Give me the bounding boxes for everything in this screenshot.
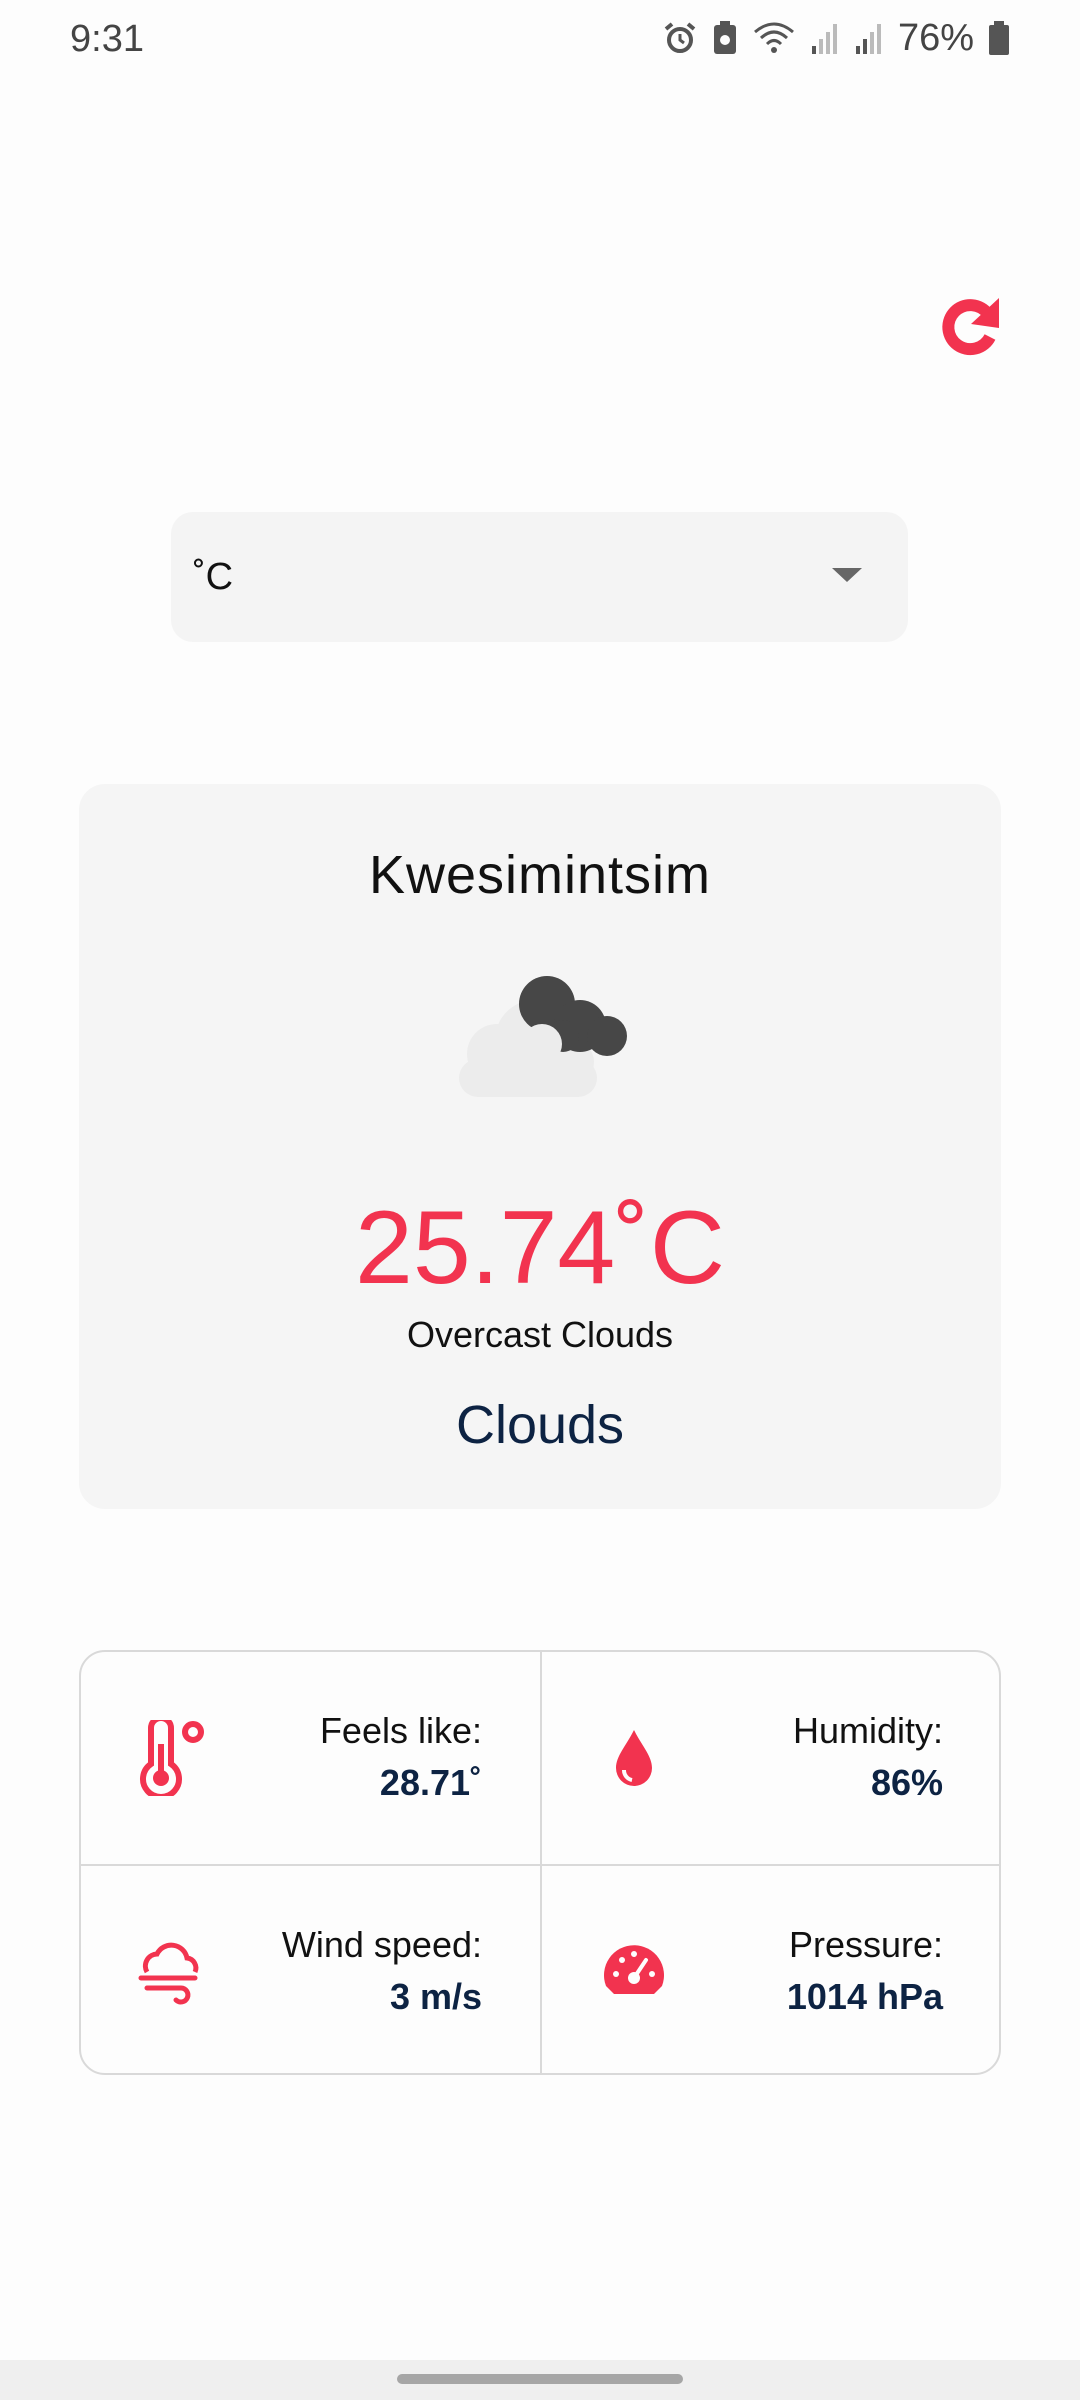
refresh-icon — [942, 298, 999, 356]
stat-feels-like: Feels like: 28.71˚ — [81, 1652, 540, 1864]
clouds-icon — [459, 976, 627, 1097]
wifi-icon — [753, 22, 794, 53]
stat-value: 1014 hPa — [786, 1976, 943, 2017]
stat-value: 86% — [870, 1762, 943, 1803]
stat-text: Pressure: 1014 hPa — [787, 1924, 943, 2018]
home-gesture-handle[interactable] — [397, 2374, 683, 2384]
battery-percent: 76% — [897, 16, 974, 59]
signal-icon — [855, 24, 881, 54]
alarm-icon — [664, 22, 696, 53]
temperature: 25.74˚C — [355, 1190, 725, 1306]
navigation-bar — [0, 2360, 1080, 2400]
stat-label: Pressure: — [788, 1924, 943, 1965]
city-name: Kwesimintsim — [368, 845, 712, 905]
battery-saver-icon — [713, 21, 736, 54]
water-drop-icon — [616, 1730, 652, 1786]
status-time: 9:31 — [70, 18, 144, 60]
stat-text: Humidity: 86% — [793, 1710, 943, 1804]
thermometer-icon — [140, 1720, 204, 1796]
weather-description: Overcast Clouds — [406, 1314, 674, 1355]
status-icons: 76% — [662, 16, 1010, 60]
chevron-down-icon — [832, 568, 862, 582]
weather-card: Kwesimintsim 25.74˚C Overcast Clouds Clo… — [79, 784, 1001, 1509]
stat-text: Wind speed: 3 m/s — [282, 1924, 482, 2018]
unit-select-value: ˚C — [193, 556, 234, 598]
stat-label: Humidity: — [792, 1710, 943, 1751]
refresh-button[interactable] — [936, 294, 1006, 364]
status-bar: 9:31 76% — [0, 0, 1080, 80]
gauge-icon — [604, 1945, 664, 1994]
signal-icon — [811, 24, 837, 54]
stat-label: Wind speed: — [281, 1924, 482, 1965]
stats-grid: Feels like: 28.71˚ Humidity: 86% Wind sp… — [79, 1650, 1001, 2075]
wind-icon — [138, 1942, 199, 2005]
stat-text: Feels like: 28.71˚ — [320, 1710, 482, 1804]
battery-icon — [989, 21, 1009, 55]
stat-label: Feels like: — [319, 1710, 482, 1751]
weather-main: Clouds — [455, 1395, 625, 1455]
stat-value: 3 m/s — [389, 1976, 482, 2017]
stat-humidity: Humidity: 86% — [542, 1652, 999, 1864]
stat-value: 28.71˚ — [379, 1762, 482, 1803]
stat-pressure: Pressure: 1014 hPa — [542, 1866, 999, 2073]
unit-select[interactable]: ˚C — [171, 512, 908, 642]
stat-wind-speed: Wind speed: 3 m/s — [81, 1866, 540, 2073]
